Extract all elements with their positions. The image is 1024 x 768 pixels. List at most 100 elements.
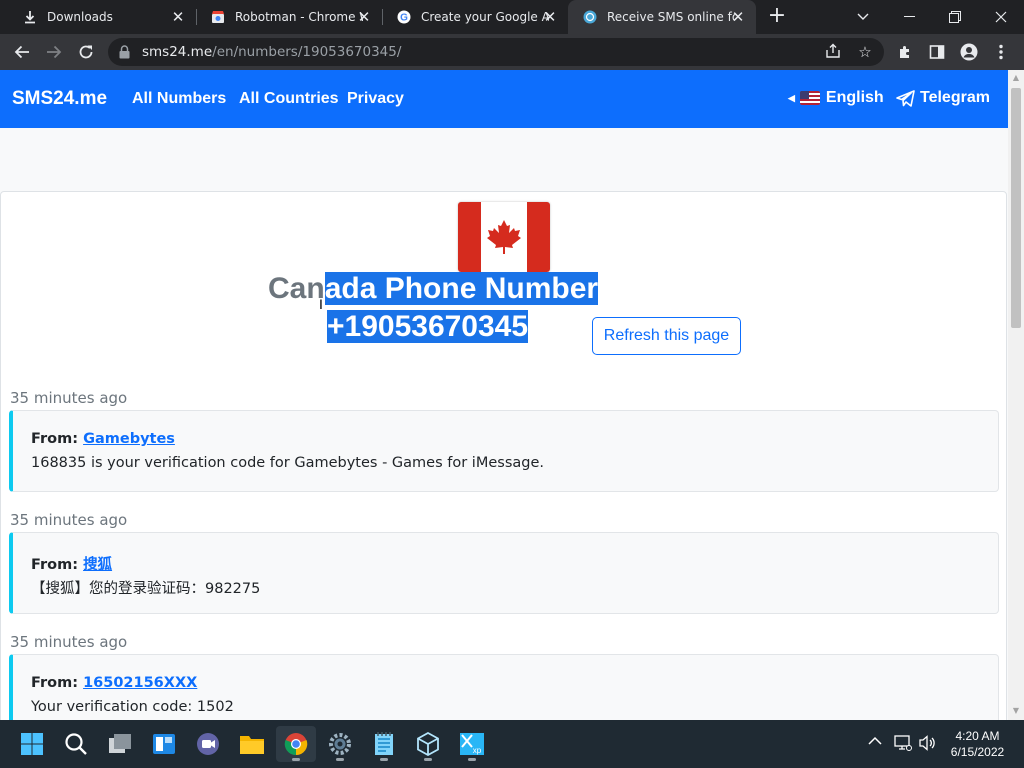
task-view-icon — [109, 734, 131, 753]
sms24-icon — [582, 9, 598, 25]
sender-link[interactable]: 搜狐 — [83, 557, 112, 573]
menu-kebab-icon[interactable] — [990, 41, 1012, 63]
close-icon[interactable]: ✕ — [730, 9, 746, 25]
message-time: 35 minutes ago — [10, 389, 128, 407]
tab-downloads[interactable]: Downloads ✕ — [8, 0, 196, 34]
svg-text:G: G — [400, 13, 408, 24]
profile-icon[interactable] — [958, 41, 980, 63]
settings-button[interactable] — [320, 726, 360, 762]
caret-left-icon: ◀ — [788, 92, 795, 103]
page-scrollbar[interactable]: ▲ ▼ — [1008, 70, 1024, 720]
nav-all-numbers[interactable]: All Numbers — [132, 90, 226, 108]
running-indicator — [468, 758, 476, 761]
taskbar-search-button[interactable] — [56, 726, 96, 762]
number-card: Canada Phone Number +19053670345 I Refre… — [0, 191, 1007, 720]
refresh-page-button[interactable]: Refresh this page — [592, 317, 741, 355]
message-card: From: 16502156XXX Your verification code… — [9, 654, 999, 720]
windows-xp-vm-button[interactable]: xp — [452, 726, 492, 762]
file-explorer-button[interactable] — [232, 726, 272, 762]
virtualbox-button[interactable] — [408, 726, 448, 762]
from-label: From: — [31, 431, 78, 447]
scrollbar-thumb[interactable] — [1011, 88, 1021, 328]
windows-logo-icon — [21, 733, 43, 755]
folder-icon — [240, 736, 264, 754]
arrow-left-icon — [14, 45, 29, 59]
nav-privacy[interactable]: Privacy — [347, 90, 404, 108]
running-indicator — [424, 758, 432, 761]
message-time: 35 minutes ago — [10, 511, 128, 529]
message-time: 35 minutes ago — [10, 633, 128, 651]
site-navbar: SMS24.me All Numbers All Countries Priva… — [0, 70, 1008, 128]
message-body: 168835 is your verification code for Gam… — [31, 455, 544, 471]
url-path: /en/numbers/19053670345/ — [212, 44, 402, 60]
widgets-button[interactable] — [144, 726, 184, 762]
scroll-up-icon[interactable]: ▲ — [1011, 73, 1021, 83]
share-icon[interactable] — [824, 43, 842, 61]
teams-chat-button[interactable] — [188, 726, 228, 762]
arrow-right-icon — [47, 45, 62, 59]
address-bar[interactable]: sms24.me/en/numbers/19053670345/ ☆ — [108, 38, 884, 66]
close-icon[interactable]: ✕ — [542, 9, 558, 25]
clock-time: 4:20 AM — [955, 729, 1000, 743]
telegram-link[interactable]: Telegram — [896, 89, 990, 107]
restore-button[interactable] — [932, 0, 978, 34]
task-view-button[interactable] — [100, 726, 140, 762]
tab-receive-sms[interactable]: Receive SMS online for ✕ — [568, 0, 756, 34]
site-brand-link[interactable]: SMS24.me — [12, 88, 107, 110]
tab-strip: Downloads ✕ Robotman - Chrome W ✕ G Crea… — [0, 0, 1024, 34]
tab-title: Receive SMS online for — [607, 10, 735, 24]
language-dropdown[interactable]: ◀ English — [788, 89, 884, 107]
notepad-button[interactable] — [364, 726, 404, 762]
close-icon[interactable]: ✕ — [170, 9, 186, 25]
taskbar-clock[interactable]: 4:20 AM 6/15/2022 — [940, 728, 1015, 760]
forward-button[interactable] — [40, 38, 68, 66]
chrome-webstore-icon — [210, 9, 226, 25]
tab-robotman[interactable]: Robotman - Chrome W ✕ — [196, 0, 382, 34]
star-icon[interactable]: ☆ — [856, 43, 874, 61]
tab-title: Downloads — [47, 10, 113, 24]
minimize-icon — [903, 16, 915, 17]
side-panel-icon[interactable] — [926, 41, 948, 63]
volume-icon[interactable] — [918, 734, 936, 756]
lock-icon[interactable] — [119, 44, 130, 63]
language-label: English — [825, 89, 884, 106]
sender-link[interactable]: Gamebytes — [83, 431, 175, 447]
tab-title: Robotman - Chrome W — [235, 10, 363, 24]
chrome-icon — [284, 733, 308, 756]
close-icon[interactable]: ✕ — [356, 9, 372, 25]
close-icon — [995, 11, 1007, 23]
reload-button[interactable] — [72, 38, 100, 66]
scroll-down-icon[interactable]: ▼ — [1011, 706, 1021, 716]
virtualbox-icon — [417, 732, 439, 756]
network-icon[interactable] — [894, 734, 912, 756]
phone-number: +19053670345 — [327, 310, 529, 344]
tab-google-account[interactable]: G Create your Google Ac ✕ — [382, 0, 568, 34]
tab-title: Create your Google Ac — [421, 10, 549, 24]
chevron-up-icon[interactable] — [868, 734, 882, 750]
message-from: From: 16502156XXX — [31, 675, 197, 691]
sender-link[interactable]: 16502156XXX — [83, 675, 197, 691]
canada-flag-icon — [458, 202, 550, 272]
url-host: sms24.me — [142, 44, 213, 60]
extensions-icon[interactable] — [894, 41, 916, 63]
url-text[interactable]: sms24.me/en/numbers/19053670345/ — [142, 44, 401, 60]
message-from: From: 搜狐 — [31, 553, 112, 574]
gear-icon — [329, 733, 351, 755]
from-label: From: — [31, 557, 78, 573]
clock-date: 6/15/2022 — [950, 745, 1005, 759]
running-indicator — [292, 758, 300, 761]
close-window-button[interactable] — [978, 0, 1024, 34]
chrome-taskbar-button[interactable] — [276, 726, 316, 762]
nav-all-countries[interactable]: All Countries — [239, 90, 339, 108]
back-button[interactable] — [8, 38, 36, 66]
phone-number-text: +19053670345 — [327, 310, 529, 343]
us-flag-icon — [799, 91, 820, 105]
restore-icon — [949, 11, 961, 23]
tab-search-button[interactable] — [840, 0, 886, 34]
google-g-icon: G — [396, 9, 412, 25]
new-tab-button[interactable]: + — [765, 5, 789, 29]
telegram-icon — [896, 89, 915, 107]
minimize-button[interactable] — [886, 0, 932, 34]
start-button[interactable] — [12, 726, 52, 762]
title-text-selected: ada Phone Number — [324, 272, 599, 305]
